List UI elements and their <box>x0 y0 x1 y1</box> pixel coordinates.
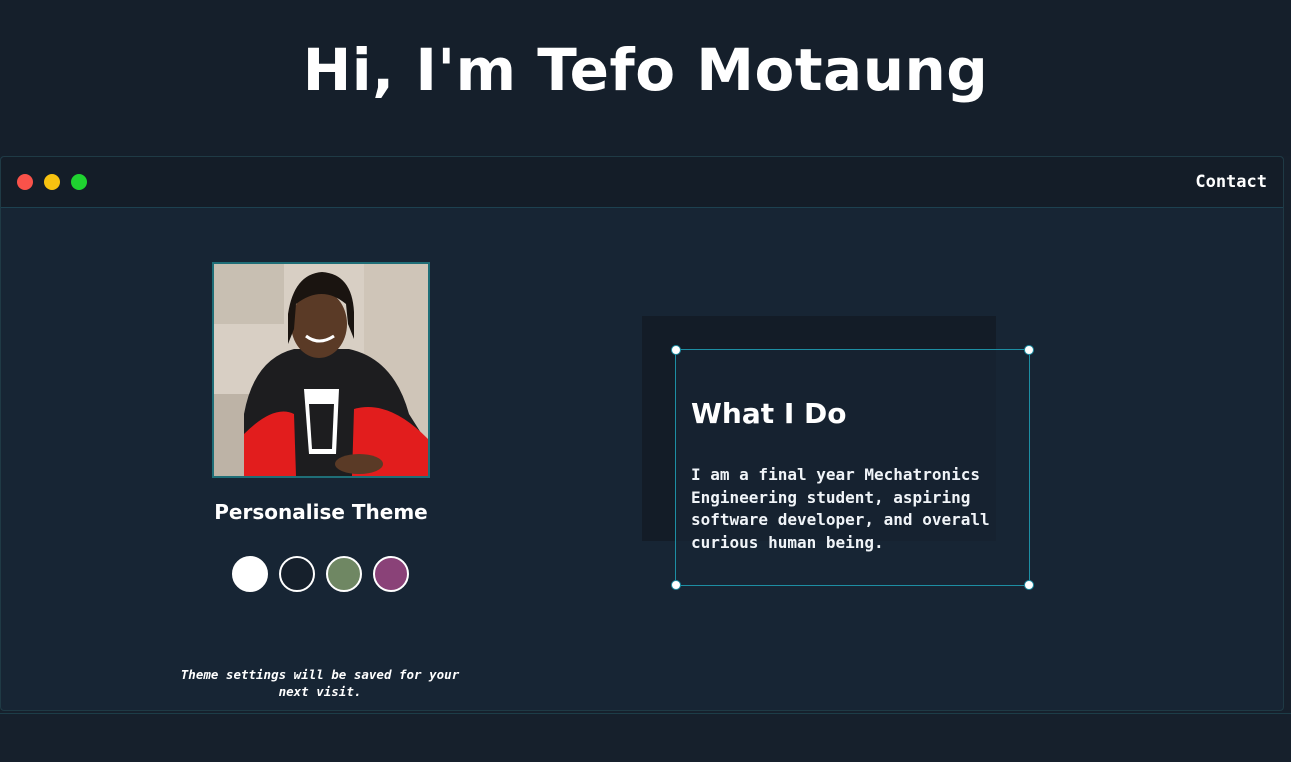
footer-divider <box>0 713 1291 714</box>
theme-title: Personalise Theme <box>214 500 428 524</box>
card-title: What I Do <box>691 397 847 430</box>
resize-handle-icon[interactable] <box>671 580 681 590</box>
page-header: Hi, I'm Tefo Motaung <box>0 0 1291 156</box>
profile-photo <box>212 262 430 478</box>
theme-swatch-dark[interactable] <box>279 556 315 592</box>
what-i-do-card: What I Do I am a final year Mechatronics… <box>671 345 1034 590</box>
window-title-bar: Contact <box>1 157 1283 208</box>
resize-handle-icon[interactable] <box>671 345 681 355</box>
close-dot-icon[interactable] <box>17 174 33 190</box>
resize-handle-icon[interactable] <box>1024 580 1034 590</box>
page-title: Hi, I'm Tefo Motaung <box>302 36 989 104</box>
theme-swatch-green[interactable] <box>326 556 362 592</box>
profile-photo-icon <box>214 264 428 476</box>
theme-swatch-purple[interactable] <box>373 556 409 592</box>
contact-link[interactable]: Contact <box>1195 172 1267 192</box>
maximize-dot-icon[interactable] <box>71 174 87 190</box>
minimize-dot-icon[interactable] <box>44 174 60 190</box>
theme-swatch-light[interactable] <box>232 556 268 592</box>
resize-handle-icon[interactable] <box>1024 345 1034 355</box>
theme-note: Theme settings will be saved for your ne… <box>180 667 460 699</box>
card-text: I am a final year Mechatronics Engineeri… <box>691 465 990 552</box>
